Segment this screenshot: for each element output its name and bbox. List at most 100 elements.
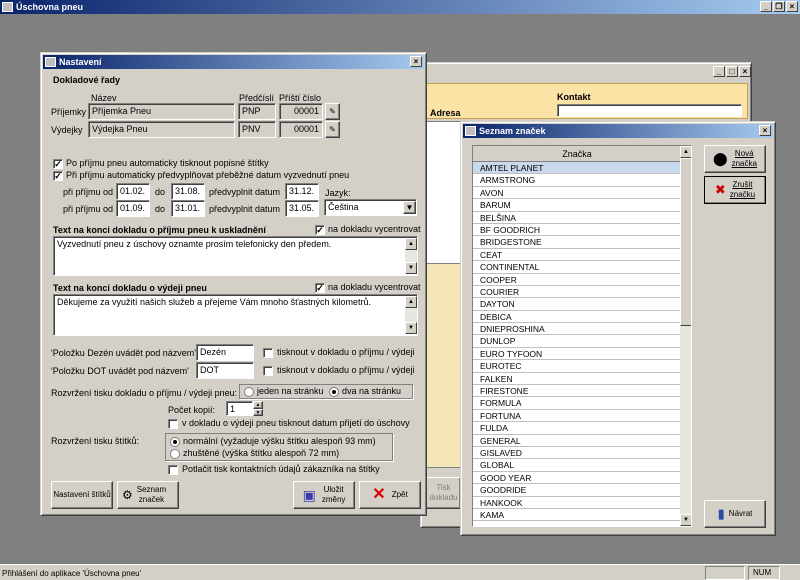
maximize-button[interactable]: ❐	[773, 1, 785, 12]
settings-title: Nastavení	[59, 57, 102, 67]
brand-list-item[interactable]: GISLAVED	[473, 447, 681, 460]
prijemky-prefix-field[interactable]: PNP	[238, 103, 276, 120]
brand-list-item[interactable]: HANKOOK	[473, 497, 681, 509]
scroll-down-icon[interactable]: ▼	[680, 514, 691, 526]
brand-list-item[interactable]: DEBICA	[473, 311, 681, 324]
issue-center-checkbox[interactable]: ✓	[315, 283, 325, 293]
copies-input[interactable]: 1	[226, 401, 253, 416]
close-button[interactable]: ×	[786, 1, 798, 12]
range2-prefix: při příjmu od	[63, 204, 114, 214]
scroll-down-icon[interactable]: ▼	[405, 262, 417, 274]
brand-list-item[interactable]: FULDA	[473, 422, 681, 435]
issue-scrollbar[interactable]: ▲ ▼	[405, 296, 417, 334]
print-labels-checkbox[interactable]: ✓	[53, 159, 63, 169]
brand-list-item[interactable]: AMTEL PLANET	[473, 162, 681, 175]
brand-list-item[interactable]: BARUM	[473, 199, 681, 212]
brands-window: Seznam značek × Značka AMTEL PLANET ARMST…	[460, 121, 776, 536]
delete-tire-icon: ✖	[714, 182, 726, 197]
vydejky-next-field[interactable]: 00001	[279, 121, 323, 138]
brand-list-item[interactable]: FORMULA	[473, 397, 681, 410]
receipt-textarea[interactable]: Vyzvednutí pneu z úschovy oznamte prosím…	[53, 236, 418, 276]
bg-minimize-button[interactable]: _	[713, 66, 725, 77]
brands-column-header[interactable]: Značka	[473, 146, 681, 162]
settings-close-button[interactable]: ×	[410, 56, 422, 67]
minimize-button[interactable]: _	[760, 1, 772, 12]
language-dropdown-button[interactable]: ▼	[403, 201, 416, 214]
brand-list-item[interactable]: FALKEN	[473, 373, 681, 386]
row-label-prijemky: Příjemky	[51, 107, 87, 117]
brand-list-item[interactable]: AVON	[473, 187, 681, 200]
dezen-input[interactable]: Dezén	[196, 344, 254, 361]
scroll-up-icon[interactable]: ▲	[405, 296, 417, 308]
suppress-checkbox[interactable]	[168, 465, 178, 475]
layout-two-radio[interactable]	[329, 387, 339, 397]
bg-kontakt-input[interactable]	[557, 104, 742, 117]
issue-date-checkbox[interactable]	[168, 419, 178, 429]
brands-close-button[interactable]: ×	[759, 125, 771, 136]
vydejky-prefix-field[interactable]: PNV	[238, 121, 276, 138]
brand-list-item[interactable]: CONTINENTAL	[473, 261, 681, 274]
bg-tisk-button[interactable]: Tisk dokladu	[426, 477, 461, 509]
new-brand-button[interactable]: ⬤ Nová značka	[704, 145, 766, 173]
brand-list-item[interactable]: FIRESTONE	[473, 385, 681, 398]
label-dense-radio[interactable]	[170, 449, 180, 459]
range2-date-input[interactable]: 31.05.	[285, 200, 319, 217]
brand-list-item[interactable]: GENERAL	[473, 435, 681, 447]
copies-label: Počet kopií:	[168, 405, 216, 415]
tire-icon: ⬤	[713, 151, 728, 166]
bg-close-button[interactable]: ×	[739, 66, 751, 77]
return-button[interactable]: ▮ Návrat	[704, 500, 766, 528]
dot-print-checkbox[interactable]	[263, 366, 273, 376]
brand-list-item[interactable]: DUNLOP	[473, 335, 681, 348]
dot-label: 'Položku DOT uvádět pod názvem'	[51, 366, 189, 376]
scroll-down-icon[interactable]: ▼	[405, 322, 417, 334]
layout-one-radio[interactable]	[244, 387, 254, 397]
auto-fill-checkbox[interactable]: ✓	[53, 171, 63, 181]
bg-maximize-button[interactable]: □	[726, 66, 738, 77]
red-x-icon: ✕	[372, 486, 386, 503]
dot-input[interactable]: DOT	[196, 362, 254, 379]
brands-scrollbar[interactable]: ▲ ▼	[680, 146, 691, 526]
brand-list-button[interactable]: ⚙ Seznam značek	[117, 481, 179, 509]
prijemky-next-field[interactable]: 00001	[279, 103, 323, 120]
brand-list-item[interactable]: GOOD YEAR	[473, 472, 681, 485]
brand-list-item[interactable]: GOODRIDE	[473, 484, 681, 497]
vydejky-name-field[interactable]: Výdejka Pneu	[88, 121, 235, 138]
brand-list-item[interactable]: BF GOODRICH	[473, 224, 681, 237]
receipt-center-checkbox[interactable]: ✓	[315, 225, 325, 235]
vydejky-edit-button[interactable]: ✎	[325, 121, 340, 138]
prijemky-name-field[interactable]: Příjemka Pneu	[88, 103, 235, 120]
brand-list-item[interactable]: EUROTEC	[473, 360, 681, 373]
delete-brand-button[interactable]: ✖ Zrušit značku	[704, 176, 766, 204]
brand-list-item[interactable]: COURIER	[473, 286, 681, 299]
brand-list-item[interactable]: BELŠINA	[473, 212, 681, 224]
save-button[interactable]: ▣ Uložit změny	[293, 481, 355, 509]
brand-list-item[interactable]: COOPER	[473, 274, 681, 286]
dezen-print-checkbox[interactable]	[263, 348, 273, 358]
brand-list-item[interactable]: EURO TYFOON	[473, 348, 681, 361]
back-button[interactable]: ✕ Zpět	[359, 481, 421, 509]
range2-to-input[interactable]: 31.01.	[171, 200, 205, 217]
receipt-scrollbar[interactable]: ▲ ▼	[405, 238, 417, 274]
brand-list-item[interactable]: DNIEPROSHINA	[473, 323, 681, 336]
label-normal-radio[interactable]	[170, 437, 180, 447]
brand-list-item[interactable]: KAMA	[473, 509, 681, 522]
brand-list-item[interactable]: ARMSTRONG	[473, 174, 681, 187]
range1-from-input[interactable]: 01.02.	[116, 183, 150, 200]
brand-list-item[interactable]: BRIDGESTONE	[473, 236, 681, 249]
scroll-up-icon[interactable]: ▲	[405, 238, 417, 250]
brand-list-item[interactable]: CEAT	[473, 249, 681, 262]
brand-list-item[interactable]: FORTUNA	[473, 410, 681, 423]
brands-list[interactable]: Značka AMTEL PLANET ARMSTRONG AVON BARUM BEL…	[472, 145, 692, 527]
issue-textarea[interactable]: Děkujeme za využití našich služeb a přej…	[53, 294, 418, 336]
range1-date-input[interactable]: 31.12.	[285, 183, 319, 200]
label-settings-button[interactable]: Nastavení štítků	[51, 481, 113, 509]
brand-list-item[interactable]: DAYTON	[473, 298, 681, 311]
scroll-thumb[interactable]	[680, 158, 691, 326]
copies-down-button[interactable]: ▼	[253, 409, 263, 416]
range1-to-input[interactable]: 31.08.	[171, 183, 205, 200]
range2-from-input[interactable]: 01.09.	[116, 200, 150, 217]
prijemky-edit-button[interactable]: ✎	[325, 103, 340, 120]
scroll-up-icon[interactable]: ▲	[680, 146, 691, 158]
brand-list-item[interactable]: GLOBAL	[473, 459, 681, 472]
